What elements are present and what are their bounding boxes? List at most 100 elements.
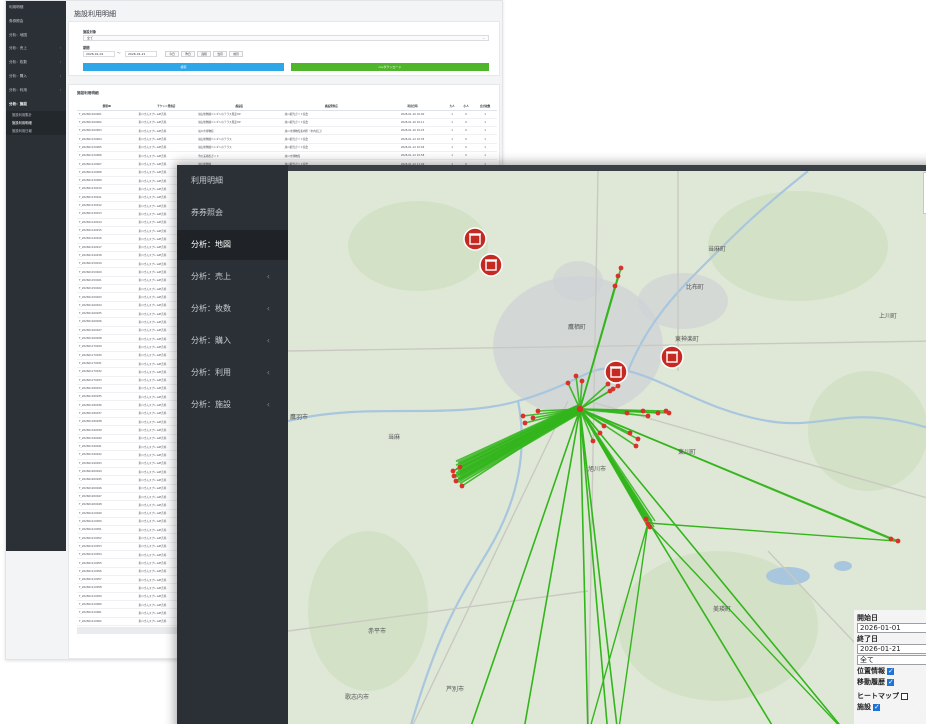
table-cell: 旭川市博物館: [282, 151, 381, 161]
facility-toggle[interactable]: 施設: [857, 702, 926, 713]
location-point[interactable]: [627, 430, 633, 436]
table-cell: 1: [473, 118, 497, 128]
front-sidebar-item[interactable]: 分析：枚数 ‹: [177, 294, 288, 324]
column-header[interactable]: 施設名: [196, 103, 283, 111]
table-row[interactable]: T_202601120006 東川きんスプレwifi売券 雪の美術館ガイド 旭川市博物…: [77, 151, 497, 161]
location-point[interactable]: [647, 524, 653, 530]
table-cell: T_202601160027: [77, 326, 137, 335]
building-marker-icon[interactable]: [479, 253, 503, 277]
quick-date-button[interactable]: 前月: [229, 51, 243, 57]
location-point[interactable]: [601, 423, 607, 429]
location-point[interactable]: [607, 388, 613, 394]
movement-checkbox[interactable]: [887, 677, 894, 688]
building-marker-icon[interactable]: [660, 345, 684, 369]
location-point[interactable]: [576, 405, 584, 413]
map-canvas[interactable]: 鷹栖町 比布町 当麻町上川町東神楽町東川町美瑛町 鷹羽市赤平市歌志内市 芦別市 当麻旭川市: [288, 171, 926, 724]
location-point[interactable]: [453, 478, 459, 484]
location-point[interactable]: [895, 538, 901, 544]
location-point[interactable]: [615, 273, 621, 279]
back-sidebar-item[interactable]: 分析：施設: [6, 98, 66, 112]
location-point[interactable]: [530, 415, 536, 421]
location-point[interactable]: [624, 410, 630, 416]
building-marker-icon[interactable]: [463, 227, 487, 251]
back-sidebar-item[interactable]: 分析：枚数 ‹: [6, 56, 66, 70]
location-point[interactable]: [520, 413, 526, 419]
quick-date-button[interactable]: 当月: [213, 51, 227, 57]
column-header[interactable]: 利用日時: [380, 103, 446, 111]
front-sidebar-item[interactable]: 分析：施設 ‹: [177, 390, 288, 420]
back-sidebar-subitem[interactable]: 施設利用日報: [6, 127, 66, 136]
csv-download-button[interactable]: csvダウンロード: [291, 63, 489, 71]
movement-toggle[interactable]: 移動履歴: [857, 677, 926, 688]
location-point[interactable]: [645, 413, 651, 419]
front-sidebar-item[interactable]: 利用明細: [177, 166, 288, 196]
back-sidebar-subitem[interactable]: 施設利用集計: [6, 111, 66, 120]
location-point[interactable]: [663, 408, 669, 414]
location-point[interactable]: [618, 265, 624, 271]
map-place-label: 美瑛町: [713, 605, 731, 613]
front-sidebar-item[interactable]: 分析：売上 ‹: [177, 262, 288, 292]
front-sidebar-item[interactable]: 券券照会: [177, 198, 288, 228]
building-marker-icon[interactable]: [604, 360, 628, 384]
quick-date-button[interactable]: 週間: [197, 51, 211, 57]
location-point[interactable]: [522, 420, 528, 426]
front-sidebar-item[interactable]: 分析：地図: [177, 230, 288, 260]
heatmap-checkbox[interactable]: [901, 692, 908, 700]
facility-checkbox[interactable]: [873, 702, 880, 713]
table-row[interactable]: T_202601120004 東川きんスプレwifi売券 旭山動物園ペンギンのテラス…: [77, 134, 497, 144]
table-row[interactable]: T_202601100003 東川きんスプレwifi売券 旭川市博物館 旭川市博物館案…: [77, 126, 497, 136]
location-point[interactable]: [633, 443, 639, 449]
location-point[interactable]: [888, 536, 894, 542]
search-button[interactable]: 検索: [83, 63, 284, 71]
date-from-input[interactable]: 2026-01-01: [83, 51, 115, 57]
end-date-input[interactable]: 2026-01-21: [857, 644, 926, 654]
facility-select[interactable]: 全て ⌄: [83, 35, 489, 41]
location-point[interactable]: [605, 381, 611, 387]
column-header[interactable]: 施設発券店: [282, 103, 381, 111]
location-point[interactable]: [450, 468, 456, 474]
location-checkbox[interactable]: [887, 666, 894, 677]
location-point[interactable]: [451, 473, 457, 479]
heatmap-toggle[interactable]: ヒートマップ: [857, 691, 926, 702]
back-sidebar-item[interactable]: 分析：購入 ‹: [6, 70, 66, 84]
location-point[interactable]: [612, 283, 618, 289]
table-row[interactable]: T_202601120005 東川きんスプレwifi売券 旭山動物園ペンギンのテラス…: [77, 143, 497, 153]
location-point[interactable]: [655, 410, 661, 416]
location-point[interactable]: [535, 408, 541, 414]
map-lake: [834, 561, 852, 571]
quick-date-button[interactable]: 昨日: [181, 51, 195, 57]
location-toggle[interactable]: 位置情報: [857, 666, 926, 677]
back-sidebar-item[interactable]: 分析：売上 ‹: [6, 42, 66, 56]
quick-date-button[interactable]: 今日: [165, 51, 179, 57]
front-sidebar-item[interactable]: 分析：利用 ‹: [177, 358, 288, 388]
column-header[interactable]: 大人: [445, 103, 460, 111]
filter-select[interactable]: 全て: [857, 655, 926, 665]
location-point[interactable]: [457, 464, 463, 470]
location-point[interactable]: [615, 383, 621, 389]
location-point[interactable]: [640, 408, 646, 414]
location-point[interactable]: [635, 436, 641, 442]
table-row[interactable]: T_202601100001 東川きんスプレwifi売券 旭山動物園ペンギンのテラス…: [77, 110, 497, 119]
front-sidebar-item[interactable]: 分析：購入 ‹: [177, 326, 288, 356]
back-sidebar-item[interactable]: 分析：地図: [6, 29, 66, 43]
route-map[interactable]: 鷹栖町 比布町 当麻町 上川町 東神楽町 東川町 美瑛町 鷹羽市 赤平市 歌志内市 芦別市 当麻 旭川市: [288, 171, 926, 724]
date-to-input[interactable]: 2026-01-21: [125, 51, 157, 57]
column-header[interactable]: チケット発券店: [136, 103, 197, 111]
back-sidebar-item[interactable]: 券券照会: [6, 15, 66, 29]
location-point[interactable]: [459, 483, 465, 489]
location-point[interactable]: [590, 438, 596, 444]
location-point[interactable]: [643, 516, 649, 522]
back-sidebar-item[interactable]: 利用明細: [6, 1, 66, 15]
column-header[interactable]: 小人: [459, 103, 474, 111]
location-point[interactable]: [597, 430, 603, 436]
back-sidebar-subitem[interactable]: 施設利用明細: [6, 119, 66, 128]
table-row[interactable]: T_202601100002 東川きんスプレwifi売券 旭山動物園ペンギンのテラス…: [77, 118, 497, 128]
start-date-input[interactable]: 2026-01-01: [857, 623, 926, 633]
location-point[interactable]: [579, 378, 585, 384]
location-point[interactable]: [565, 380, 571, 386]
column-header[interactable]: 合計枚数: [473, 103, 497, 111]
back-sidebar-item[interactable]: 分析：利用 ‹: [6, 84, 66, 98]
table-cell: T_202601200048: [77, 500, 137, 510]
column-header[interactable]: 整理ID: [77, 103, 137, 111]
location-point[interactable]: [573, 373, 579, 379]
